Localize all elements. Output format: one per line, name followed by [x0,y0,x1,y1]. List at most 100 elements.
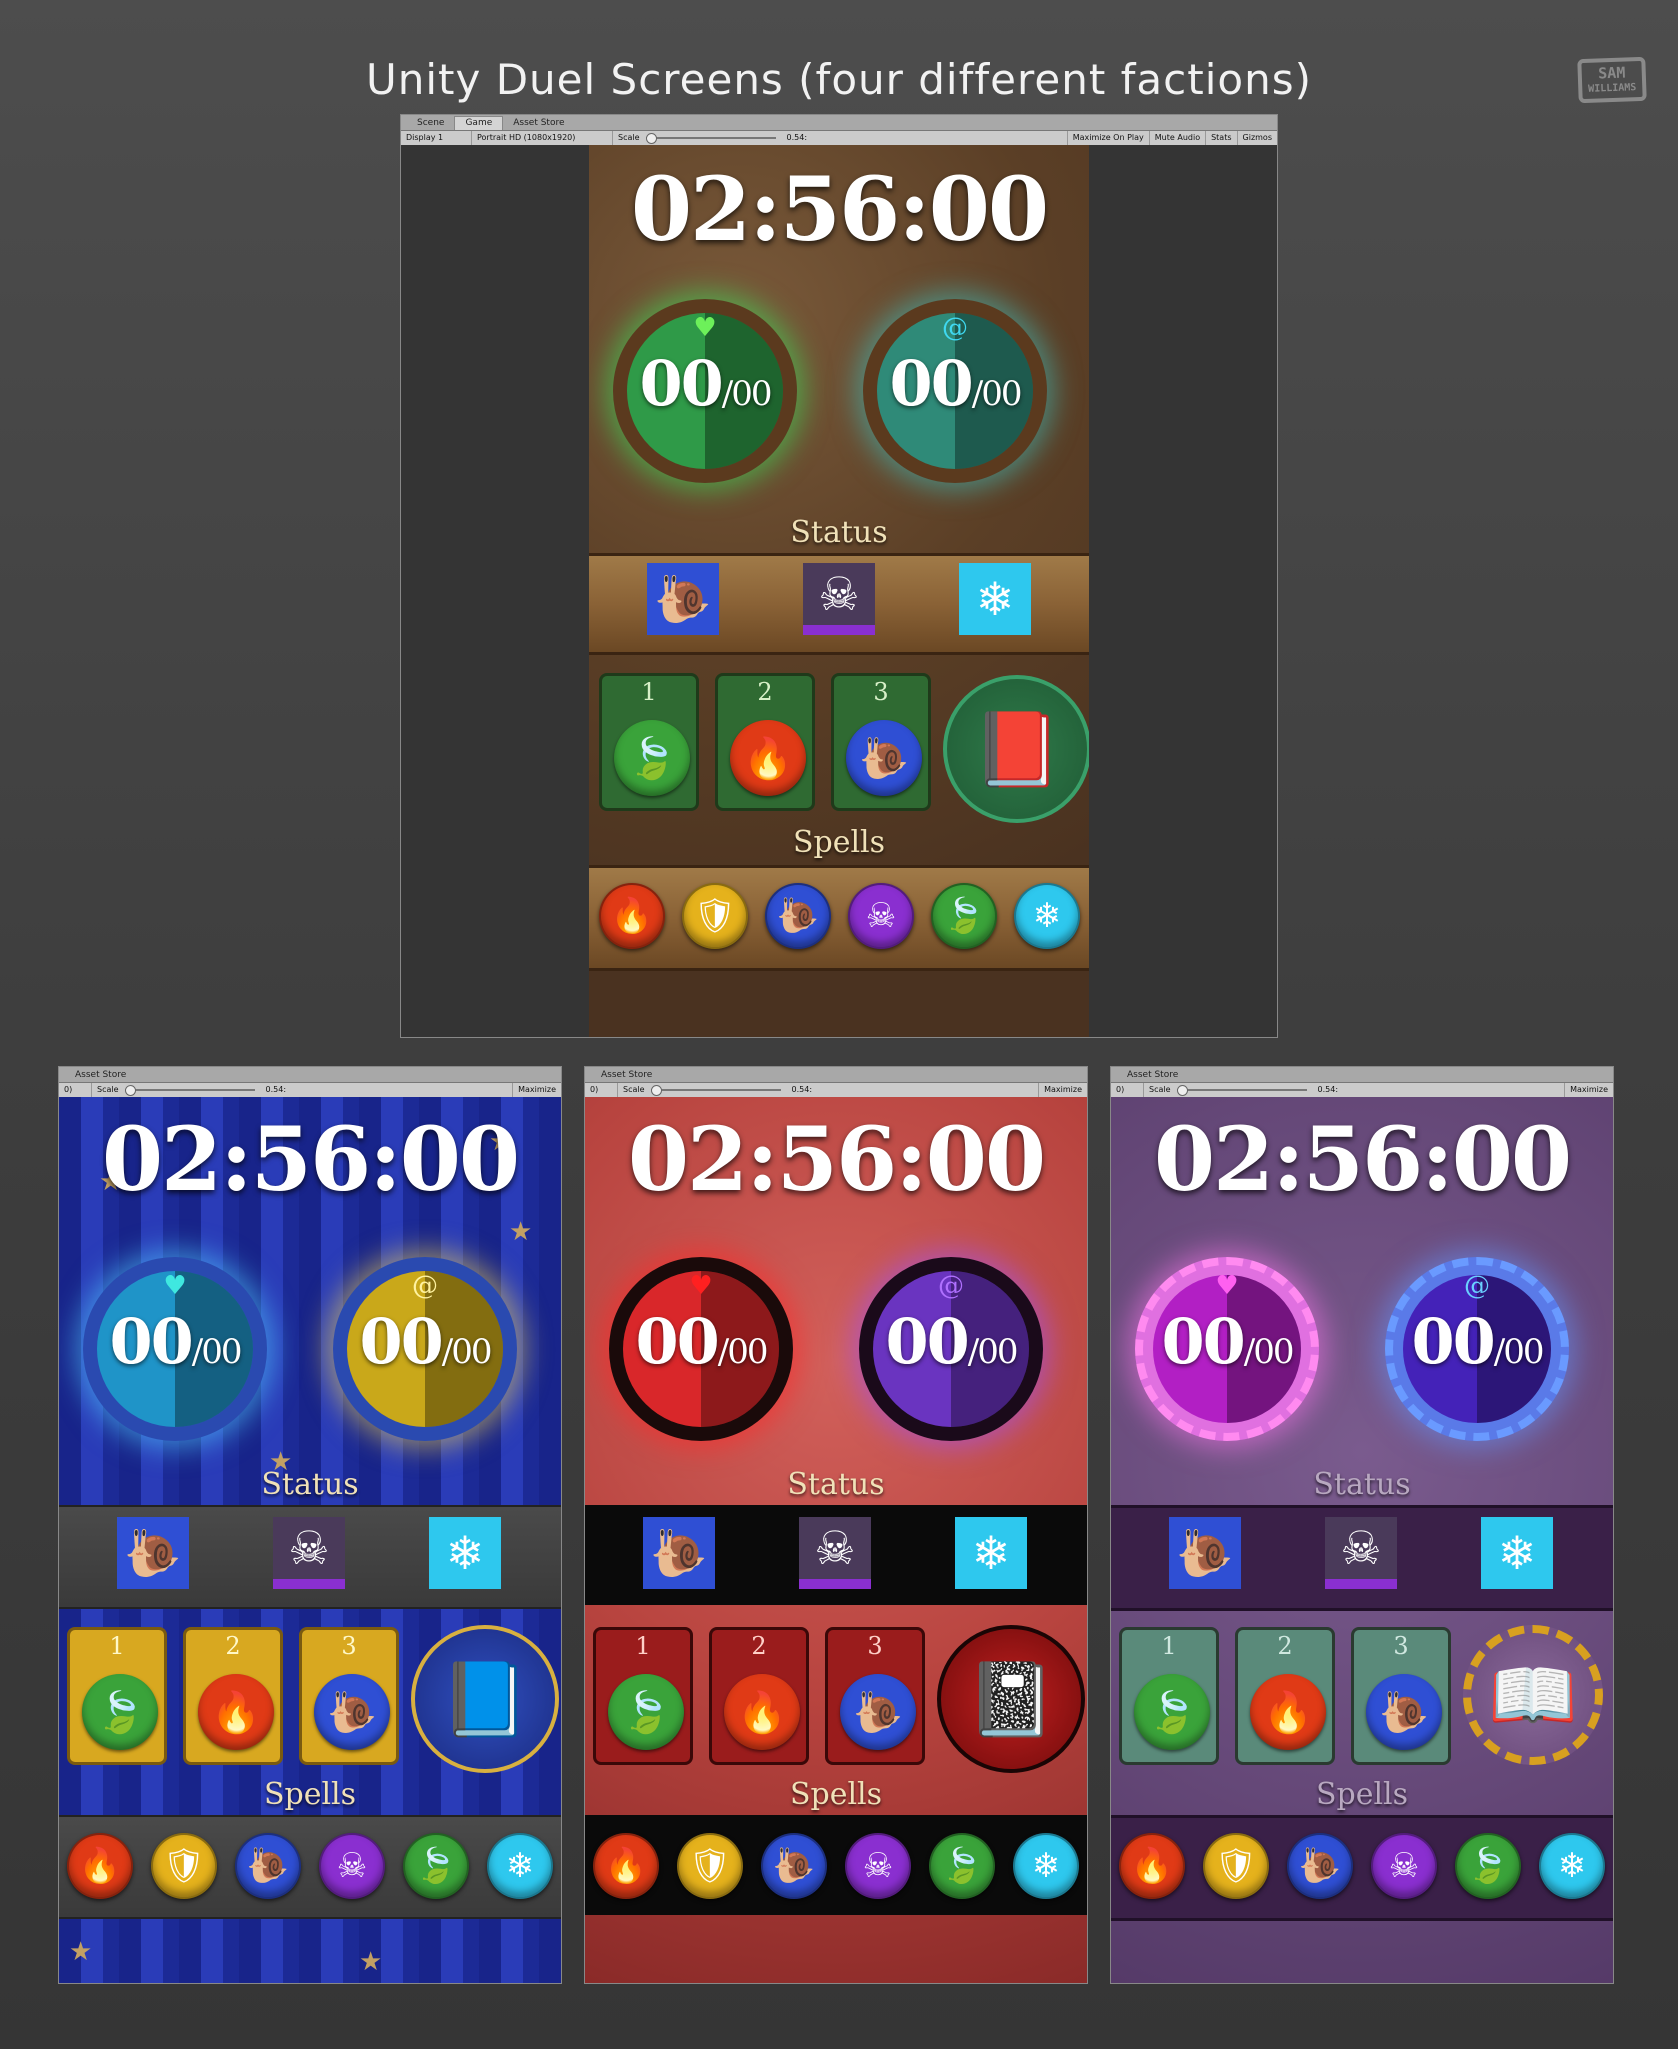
page-title: Unity Duel Screens (four different facti… [366,55,1312,104]
spell-snail-button[interactable]: 🐌 [235,1833,301,1899]
game-viewport: 02:56:00 ♥ 00/00 @ 00/00 Status 🐌 ☠ ❄ 1 … [401,145,1277,1037]
unity-editor-arcane: Asset Store 0) Scale 0.54: Maximize ★ ★ … [58,1066,562,1984]
phone-chaos: 02:56:00 ♥ 00/00 @ 00/00 Status 🐌 ☠ ❄ 1 … [585,1097,1087,1983]
status-label: Status [261,1467,359,1502]
status-label: Status [790,515,888,550]
phone-nature: 02:56:00 ♥ 00/00 @ 00/00 Status 🐌 ☠ ❄ 1 … [589,145,1089,1037]
status-label: Status [1313,1467,1411,1502]
fire-icon: 🔥 [730,720,806,796]
spells-bar [585,1815,1087,1915]
spell-slot-1[interactable]: 1 🍃 [593,1627,693,1765]
spell-slot-1[interactable]: 1 🍃 [67,1627,167,1765]
scale-slider-handle[interactable] [124,1085,136,1096]
display-dropdown[interactable]: Display 1 [401,131,472,145]
spell-fire-button[interactable]: 🔥 [1119,1833,1185,1899]
scale-slider-handle[interactable] [1176,1085,1188,1096]
maximize-on-play-toggle[interactable]: Maximize On Play [1066,131,1150,145]
health-value: 00/00 [1143,1305,1311,1378]
tab-asset-store[interactable]: Asset Store [65,1069,136,1082]
spell-slot-3[interactable]: 3 🐌 [825,1627,925,1765]
timer: 02:56:00 [1153,1107,1572,1211]
phone-tech: 02:56:00 ♥ 00/00 @ 00/00 Status 🐌 ☠ ❄ 1 … [1111,1097,1613,1983]
scale-slider[interactable] [650,1085,781,1096]
spell-snowflake-button[interactable]: ❄ [1014,883,1080,949]
spellbook-button[interactable]: 📓 [937,1625,1085,1773]
spell-slot-3[interactable]: 3 🐌 [299,1627,399,1765]
spell-leaf-button[interactable]: 🍃 [403,1833,469,1899]
spell-slot-2[interactable]: 2 🔥 [709,1627,809,1765]
scale-value: 0.54: [1317,1085,1339,1094]
spell-shield-button[interactable]: 🛡 [682,883,748,949]
leaf-icon: 🍃 [82,1674,158,1750]
mana-max: /00 [441,1332,493,1372]
spell-slot-1[interactable]: 1 🍃 [1119,1627,1219,1765]
scale-slider[interactable] [1176,1085,1307,1096]
slot-number: 2 [757,678,773,706]
spellbook-button[interactable]: 📘 [411,1625,559,1773]
health-orb: ♥ 00/00 [1135,1257,1319,1441]
spell-fire-button[interactable]: 🔥 [599,883,665,949]
spell-snail-button[interactable]: 🐌 [765,883,831,949]
spell-slot-3[interactable]: 3 🐌 [1351,1627,1451,1765]
health-max: /00 [1243,1332,1295,1372]
status-snowflake-icon: ❄ [955,1517,1027,1589]
spell-skull-button[interactable]: ☠ [848,883,914,949]
mana-current: 00 [1411,1305,1496,1378]
tab-asset-store[interactable]: Asset Store [1117,1069,1188,1082]
scale-slider-handle[interactable] [645,133,657,144]
spell-fire-button[interactable]: 🔥 [67,1833,133,1899]
snail-icon: 🐌 [314,1674,390,1750]
resolution-dropdown[interactable]: Portrait HD (1080x1920) [472,131,613,145]
health-max: /00 [721,374,773,414]
spellbook-button[interactable]: 📖 [1463,1625,1603,1765]
mute-audio-toggle[interactable]: Mute Audio [1150,131,1207,145]
scale-slider[interactable] [124,1085,255,1096]
tab-scene[interactable]: Scene [407,117,454,130]
timer: 02:56:00 [627,1107,1046,1211]
spell-slot-2[interactable]: 2 🔥 [715,673,815,811]
tab-game[interactable]: Game [454,116,504,130]
spell-leaf-button[interactable]: 🍃 [931,883,997,949]
spells-bar [1111,1815,1613,1921]
maximize-toggle[interactable]: Maximize [512,1083,561,1097]
toolbar-stub: 0) [59,1083,92,1097]
spell-snowflake-button[interactable]: ❄ [487,1833,553,1899]
spell-slot-2[interactable]: 2 🔥 [1235,1627,1335,1765]
health-current: 00 [639,347,724,420]
tab-asset-store[interactable]: Asset Store [503,117,574,130]
spell-snowflake-button[interactable]: ❄ [1539,1833,1605,1899]
spell-slot-3[interactable]: 3 🐌 [831,673,931,811]
editor-tab-bar: Asset Store [59,1067,561,1083]
spell-snail-button[interactable]: 🐌 [1287,1833,1353,1899]
spell-shield-button[interactable]: 🛡 [151,1833,217,1899]
spell-fire-button[interactable]: 🔥 [593,1833,659,1899]
spell-snail-button[interactable]: 🐌 [761,1833,827,1899]
tab-asset-store[interactable]: Asset Store [591,1069,662,1082]
spells-label: Spells [789,1777,883,1812]
gizmos-dropdown[interactable]: Gizmos [1238,131,1277,145]
spell-slot-1[interactable]: 1 🍃 [599,673,699,811]
stats-toggle[interactable]: Stats [1206,131,1238,145]
status-skull-icon: ☠ [803,563,875,635]
health-orb: ♥ 00/00 [613,299,797,483]
spells-label: Spells [792,825,886,860]
scale-slider-handle[interactable] [650,1085,662,1096]
spell-leaf-button[interactable]: 🍃 [929,1833,995,1899]
spell-skull-button[interactable]: ☠ [845,1833,911,1899]
spellbook-button[interactable]: 📕 [943,675,1089,823]
slot-number: 2 [225,1632,241,1660]
mana-max: /00 [971,374,1023,414]
maximize-toggle[interactable]: Maximize [1038,1083,1087,1097]
leaf-icon: 🍃 [614,720,690,796]
slot-number: 3 [873,678,889,706]
spell-skull-button[interactable]: ☠ [319,1833,385,1899]
fire-icon: 🔥 [1250,1674,1326,1750]
maximize-toggle[interactable]: Maximize [1564,1083,1613,1097]
spell-snowflake-button[interactable]: ❄ [1013,1833,1079,1899]
spell-leaf-button[interactable]: 🍃 [1455,1833,1521,1899]
scale-slider[interactable] [645,133,776,144]
spell-slot-2[interactable]: 2 🔥 [183,1627,283,1765]
spell-shield-button[interactable]: 🛡 [1203,1833,1269,1899]
spell-shield-button[interactable]: 🛡 [677,1833,743,1899]
spell-skull-button[interactable]: ☠ [1371,1833,1437,1899]
